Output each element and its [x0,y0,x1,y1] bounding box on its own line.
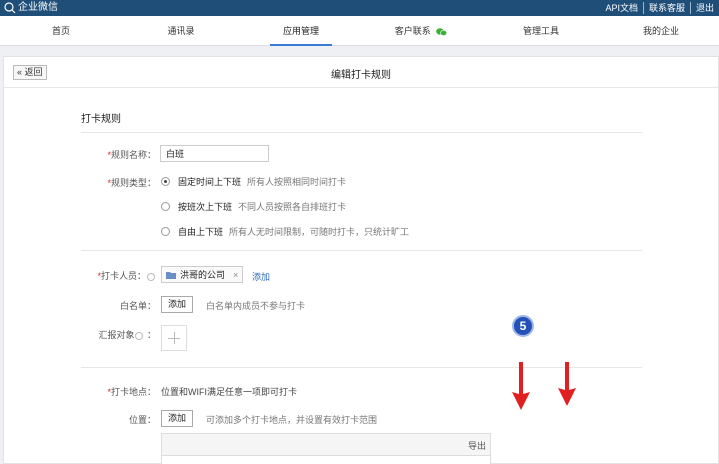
nav-item-customer-contact[interactable]: 客户联系 [366,16,476,46]
table-header: 导出 [162,434,490,456]
api-docs-link[interactable]: API文档 [600,2,643,14]
checkin-location-desc: 位置和WIFI满足任意一项即可打卡 [161,387,297,397]
app-name: 企业微信 [18,2,58,13]
location-label: 位置： [128,415,156,425]
location-hint: 可添加多个打卡地点，并设置有效打卡范围 [206,415,378,425]
help-icon[interactable] [147,272,155,281]
location-add-button[interactable]: 添加 [161,410,194,427]
nav-item-my-company[interactable]: 我的企业 [606,16,716,46]
app-logo[interactable]: 企业微信 [4,1,58,15]
divider [81,132,642,133]
contact-support-link[interactable]: 联系客服 [642,2,690,14]
section-title: 打卡规则 [81,114,121,125]
report-target-label: 汇报对象 ： [98,330,156,340]
remove-tag-icon[interactable]: × [233,270,238,280]
radio-free[interactable] [161,227,170,236]
main-nav: 首页 通讯录 应用管理 客户联系 管理工具 我的企业 [0,16,719,46]
add-report-target-button[interactable] [161,325,187,351]
nav-item-admin-tools[interactable]: 管理工具 [486,16,596,46]
top-bar: 企业微信 API文档 联系客服 退出 [0,0,719,16]
rule-name-input[interactable] [160,145,269,162]
nav-item-contacts[interactable]: 通讯录 [126,16,236,46]
divider [81,250,642,251]
whitelist-label: 白名单： [119,301,156,311]
step-number-badge: 5 [512,315,534,337]
checkin-people-label: *打卡人员： [74,269,156,282]
top-links: API文档 联系客服 退出 [600,2,719,14]
page-title: 编辑打卡规则 [331,70,391,81]
location-table: 导出 [161,433,491,464]
checkin-location-label: *打卡地点： [107,387,156,397]
wecom-logo-icon [4,2,16,14]
radio-fixed[interactable] [161,177,170,186]
add-checkin-people-link[interactable]: 添加 [252,270,270,283]
export-link[interactable]: 导出 [468,439,486,452]
nav-item-home[interactable]: 首页 [6,16,116,46]
folder-icon [166,271,176,279]
red-arrow-icon [558,362,576,406]
whitelist-add-button[interactable]: 添加 [161,296,194,313]
rule-type-option-free[interactable]: 自由上下班 所有人无时间限制，可随时打卡，只统计旷工 [161,225,409,238]
rule-type-label: *规则类型： [107,178,156,188]
panel-header: « 返回 编辑打卡规则 [4,57,718,88]
rule-type-option-fixed[interactable]: 固定时间上下班 所有人按照相同时间打卡 [161,175,346,188]
rule-name-label: *规则名称： [107,150,156,160]
radio-shift[interactable] [161,202,170,211]
member-tag-label: 洪哥的公司 [180,270,226,280]
logout-link[interactable]: 退出 [689,2,719,14]
rule-type-option-shift[interactable]: 按班次上下班 不同人员按照各自排班打卡 [161,200,346,213]
wechat-icon [436,27,448,36]
red-arrow-icon [512,362,530,410]
member-tag: 洪哥的公司 × [161,266,244,283]
edit-rule-panel: « 返回 编辑打卡规则 打卡规则 *规则名称： *规则类型： 固定时间上下班 所… [3,56,719,464]
help-icon[interactable] [135,331,144,340]
nav-item-app-management[interactable]: 应用管理 [246,16,356,46]
whitelist-hint: 白名单内成员不参与打卡 [206,301,306,311]
